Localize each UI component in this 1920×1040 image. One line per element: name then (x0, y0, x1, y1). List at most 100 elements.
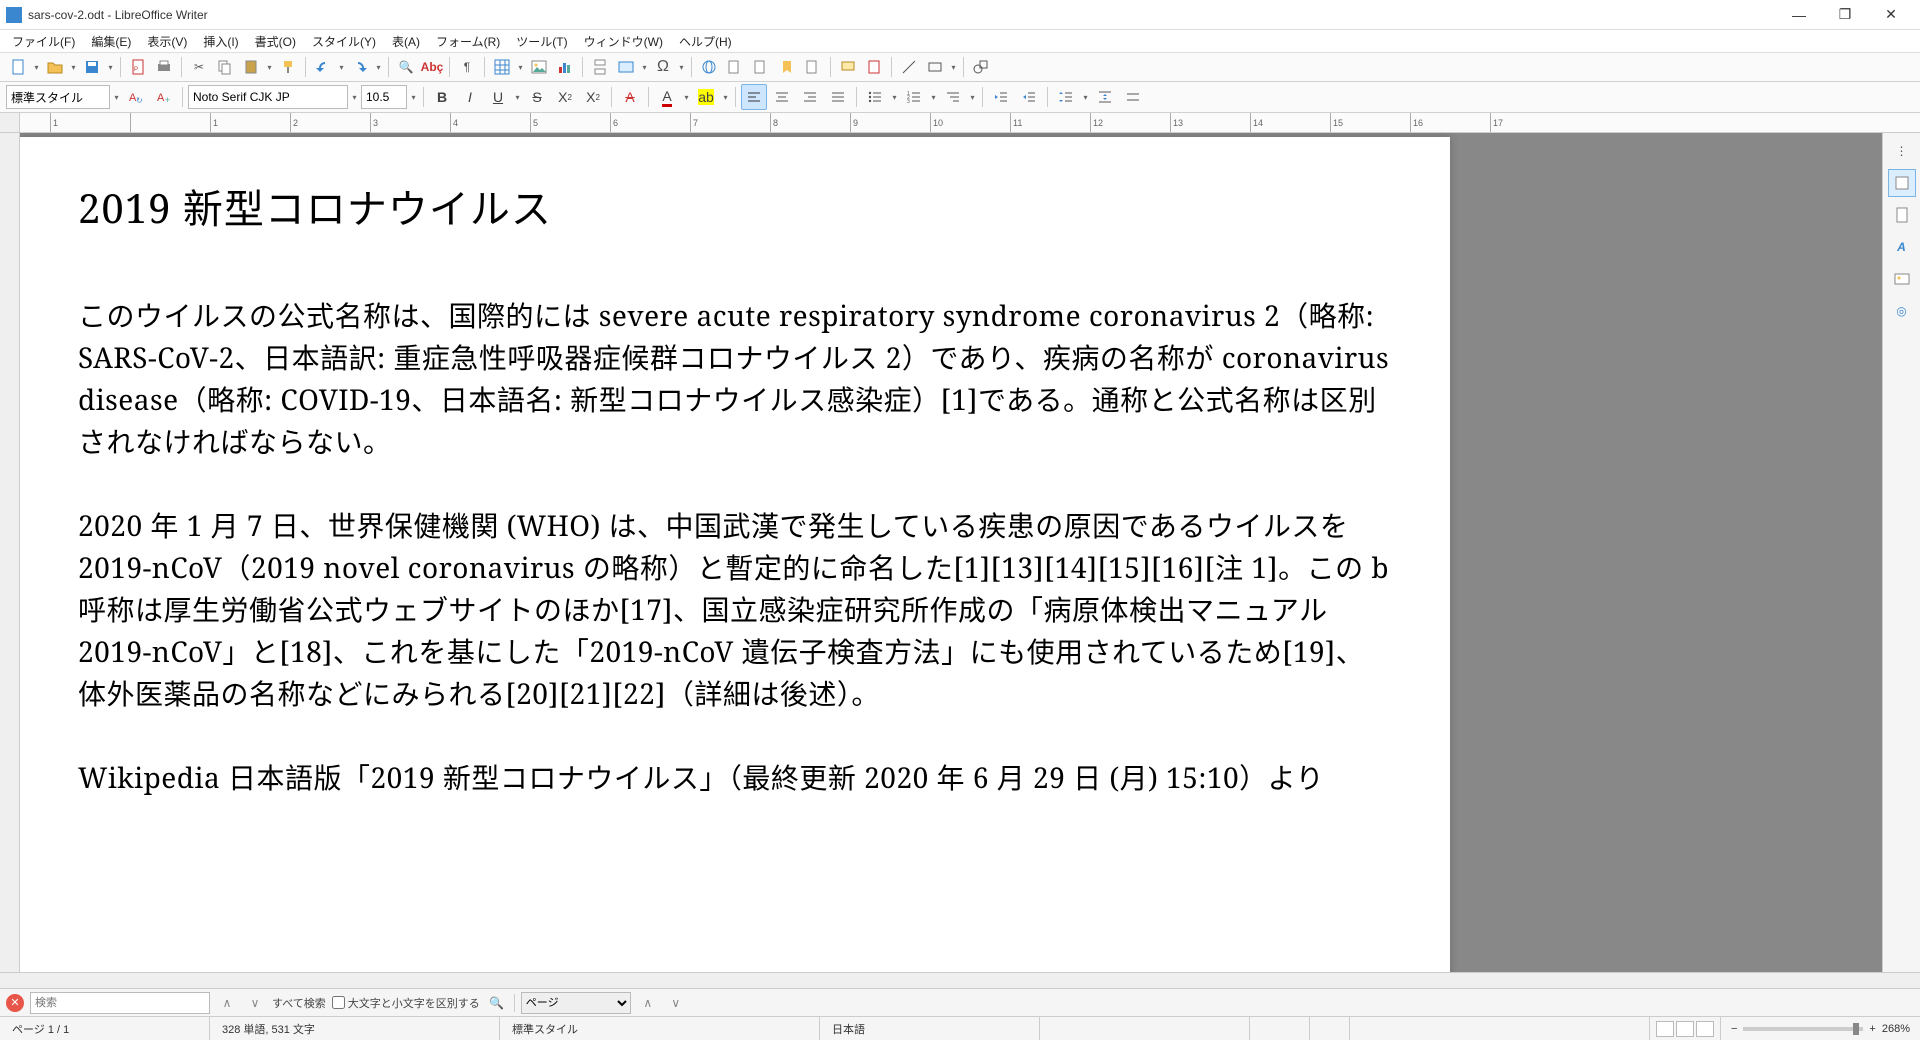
paste-icon[interactable] (239, 55, 263, 79)
menu-view[interactable]: 表示(V) (139, 31, 195, 52)
find-input[interactable] (30, 992, 210, 1014)
clone-format-icon[interactable] (276, 55, 300, 79)
find-all-button[interactable]: すべて検索 (272, 995, 326, 1011)
undo-icon[interactable] (311, 55, 335, 79)
status-word-count[interactable]: 328 単語, 531 文字 (210, 1017, 500, 1040)
status-language[interactable]: 日本語 (820, 1017, 1040, 1040)
italic-button[interactable]: I (457, 84, 483, 110)
zoom-slider[interactable] (1743, 1027, 1863, 1031)
align-center-button[interactable] (769, 84, 795, 110)
menu-format[interactable]: 書式(O) (247, 31, 304, 52)
strikethrough-button[interactable]: S (524, 84, 550, 110)
multi-page-view-icon[interactable] (1676, 1021, 1694, 1037)
menu-file[interactable]: ファイル(F) (4, 31, 83, 52)
insert-field-icon[interactable] (614, 55, 638, 79)
zoom-value[interactable]: 268% (1882, 1023, 1910, 1035)
match-case-checkbox[interactable]: 大文字と小文字を区別する (332, 995, 480, 1011)
zoom-out-icon[interactable]: − (1731, 1023, 1737, 1035)
subscript-button[interactable]: X2 (580, 84, 606, 110)
insert-chart-icon[interactable] (553, 55, 577, 79)
sidebar-gallery-icon[interactable] (1888, 265, 1916, 293)
menu-table[interactable]: 表(A) (384, 31, 428, 52)
print-icon[interactable] (152, 55, 176, 79)
horizontal-scrollbar[interactable] (0, 972, 1920, 988)
find-next-icon[interactable]: ∨ (244, 992, 266, 1014)
align-justify-button[interactable] (825, 84, 851, 110)
decrease-para-spacing-button[interactable] (1120, 84, 1146, 110)
insert-image-icon[interactable] (527, 55, 551, 79)
paragraph-style-combo[interactable] (6, 85, 110, 109)
find-prev-icon[interactable]: ∧ (216, 992, 238, 1014)
menu-window[interactable]: ウィンドウ(W) (576, 31, 671, 52)
open-icon[interactable] (43, 55, 67, 79)
font-color-button[interactable]: A (654, 84, 680, 110)
redo-icon[interactable] (348, 55, 372, 79)
insert-footnote-icon[interactable] (723, 55, 747, 79)
export-pdf-icon[interactable]: P (126, 55, 150, 79)
nav-prev-icon[interactable]: ∧ (637, 992, 659, 1014)
status-page-style[interactable]: 標準スタイル (500, 1017, 820, 1040)
line-spacing-button[interactable] (1053, 84, 1079, 110)
single-page-view-icon[interactable] (1656, 1021, 1674, 1037)
decrease-indent-button[interactable] (1016, 84, 1042, 110)
menu-tools[interactable]: ツール(T) (508, 31, 575, 52)
find-close-icon[interactable]: ✕ (6, 994, 24, 1012)
insert-line-icon[interactable] (897, 55, 921, 79)
show-draw-functions-icon[interactable] (969, 55, 993, 79)
align-left-button[interactable] (741, 84, 767, 110)
new-icon[interactable] (6, 55, 30, 79)
menu-insert[interactable]: 挿入(I) (195, 31, 246, 52)
zoom-in-icon[interactable]: + (1869, 1023, 1875, 1035)
minimize-button[interactable]: — (1776, 0, 1822, 30)
clear-format-button[interactable]: A (617, 84, 643, 110)
font-name-combo[interactable] (188, 85, 348, 109)
number-list-button[interactable]: 123 (901, 84, 927, 110)
insert-cross-ref-icon[interactable] (801, 55, 825, 79)
sidebar-properties-icon[interactable] (1888, 169, 1916, 197)
menu-edit[interactable]: 編集(E) (83, 31, 139, 52)
menu-styles[interactable]: スタイル(Y) (304, 31, 384, 52)
track-changes-icon[interactable] (862, 55, 886, 79)
new-style-icon[interactable]: A+ (151, 84, 177, 110)
sidebar-styles-icon[interactable]: A (1888, 233, 1916, 261)
vertical-ruler[interactable] (0, 133, 20, 972)
insert-hyperlink-icon[interactable] (697, 55, 721, 79)
basic-shapes-icon[interactable] (923, 55, 947, 79)
align-right-button[interactable] (797, 84, 823, 110)
increase-indent-button[interactable] (988, 84, 1014, 110)
menu-help[interactable]: ヘルプ(H) (671, 31, 740, 52)
status-insert-mode[interactable] (1040, 1017, 1250, 1040)
sidebar-navigator-icon[interactable]: ◎ (1888, 297, 1916, 325)
insert-special-char-icon[interactable]: Ω (651, 55, 675, 79)
document-area[interactable]: 2019 新型コロナウイルス このウイルスの公式名称は、国際的には severe… (20, 133, 1882, 972)
highlight-button[interactable]: ab (693, 84, 719, 110)
find-replace-icon[interactable]: 🔍 (394, 55, 418, 79)
spellcheck-icon[interactable]: Abç (420, 55, 444, 79)
bold-button[interactable]: B (429, 84, 455, 110)
find-options-icon[interactable]: 🔍 (486, 992, 508, 1014)
cut-icon[interactable]: ✂ (187, 55, 211, 79)
bullet-list-button[interactable] (862, 84, 888, 110)
font-size-combo[interactable] (361, 85, 407, 109)
insert-endnote-icon[interactable] (749, 55, 773, 79)
formatting-marks-icon[interactable]: ¶ (455, 55, 479, 79)
insert-bookmark-icon[interactable] (775, 55, 799, 79)
close-button[interactable]: ✕ (1868, 0, 1914, 30)
sidebar-page-icon[interactable] (1888, 201, 1916, 229)
book-view-icon[interactable] (1696, 1021, 1714, 1037)
increase-para-spacing-button[interactable] (1092, 84, 1118, 110)
insert-page-break-icon[interactable] (588, 55, 612, 79)
menu-form[interactable]: フォーム(R) (428, 31, 508, 52)
superscript-button[interactable]: X2 (552, 84, 578, 110)
nav-next-icon[interactable]: ∨ (665, 992, 687, 1014)
status-selection-mode[interactable] (1250, 1017, 1310, 1040)
horizontal-ruler[interactable]: 11234567891011121314151617 (0, 113, 1920, 133)
copy-icon[interactable] (213, 55, 237, 79)
outline-button[interactable] (940, 84, 966, 110)
maximize-button[interactable]: ❐ (1822, 0, 1868, 30)
sidebar-settings-icon[interactable]: ⋮ (1888, 137, 1916, 165)
navigate-by-select[interactable]: ページ (521, 992, 631, 1014)
insert-table-icon[interactable] (490, 55, 514, 79)
underline-button[interactable]: U (485, 84, 511, 110)
insert-comment-icon[interactable] (836, 55, 860, 79)
